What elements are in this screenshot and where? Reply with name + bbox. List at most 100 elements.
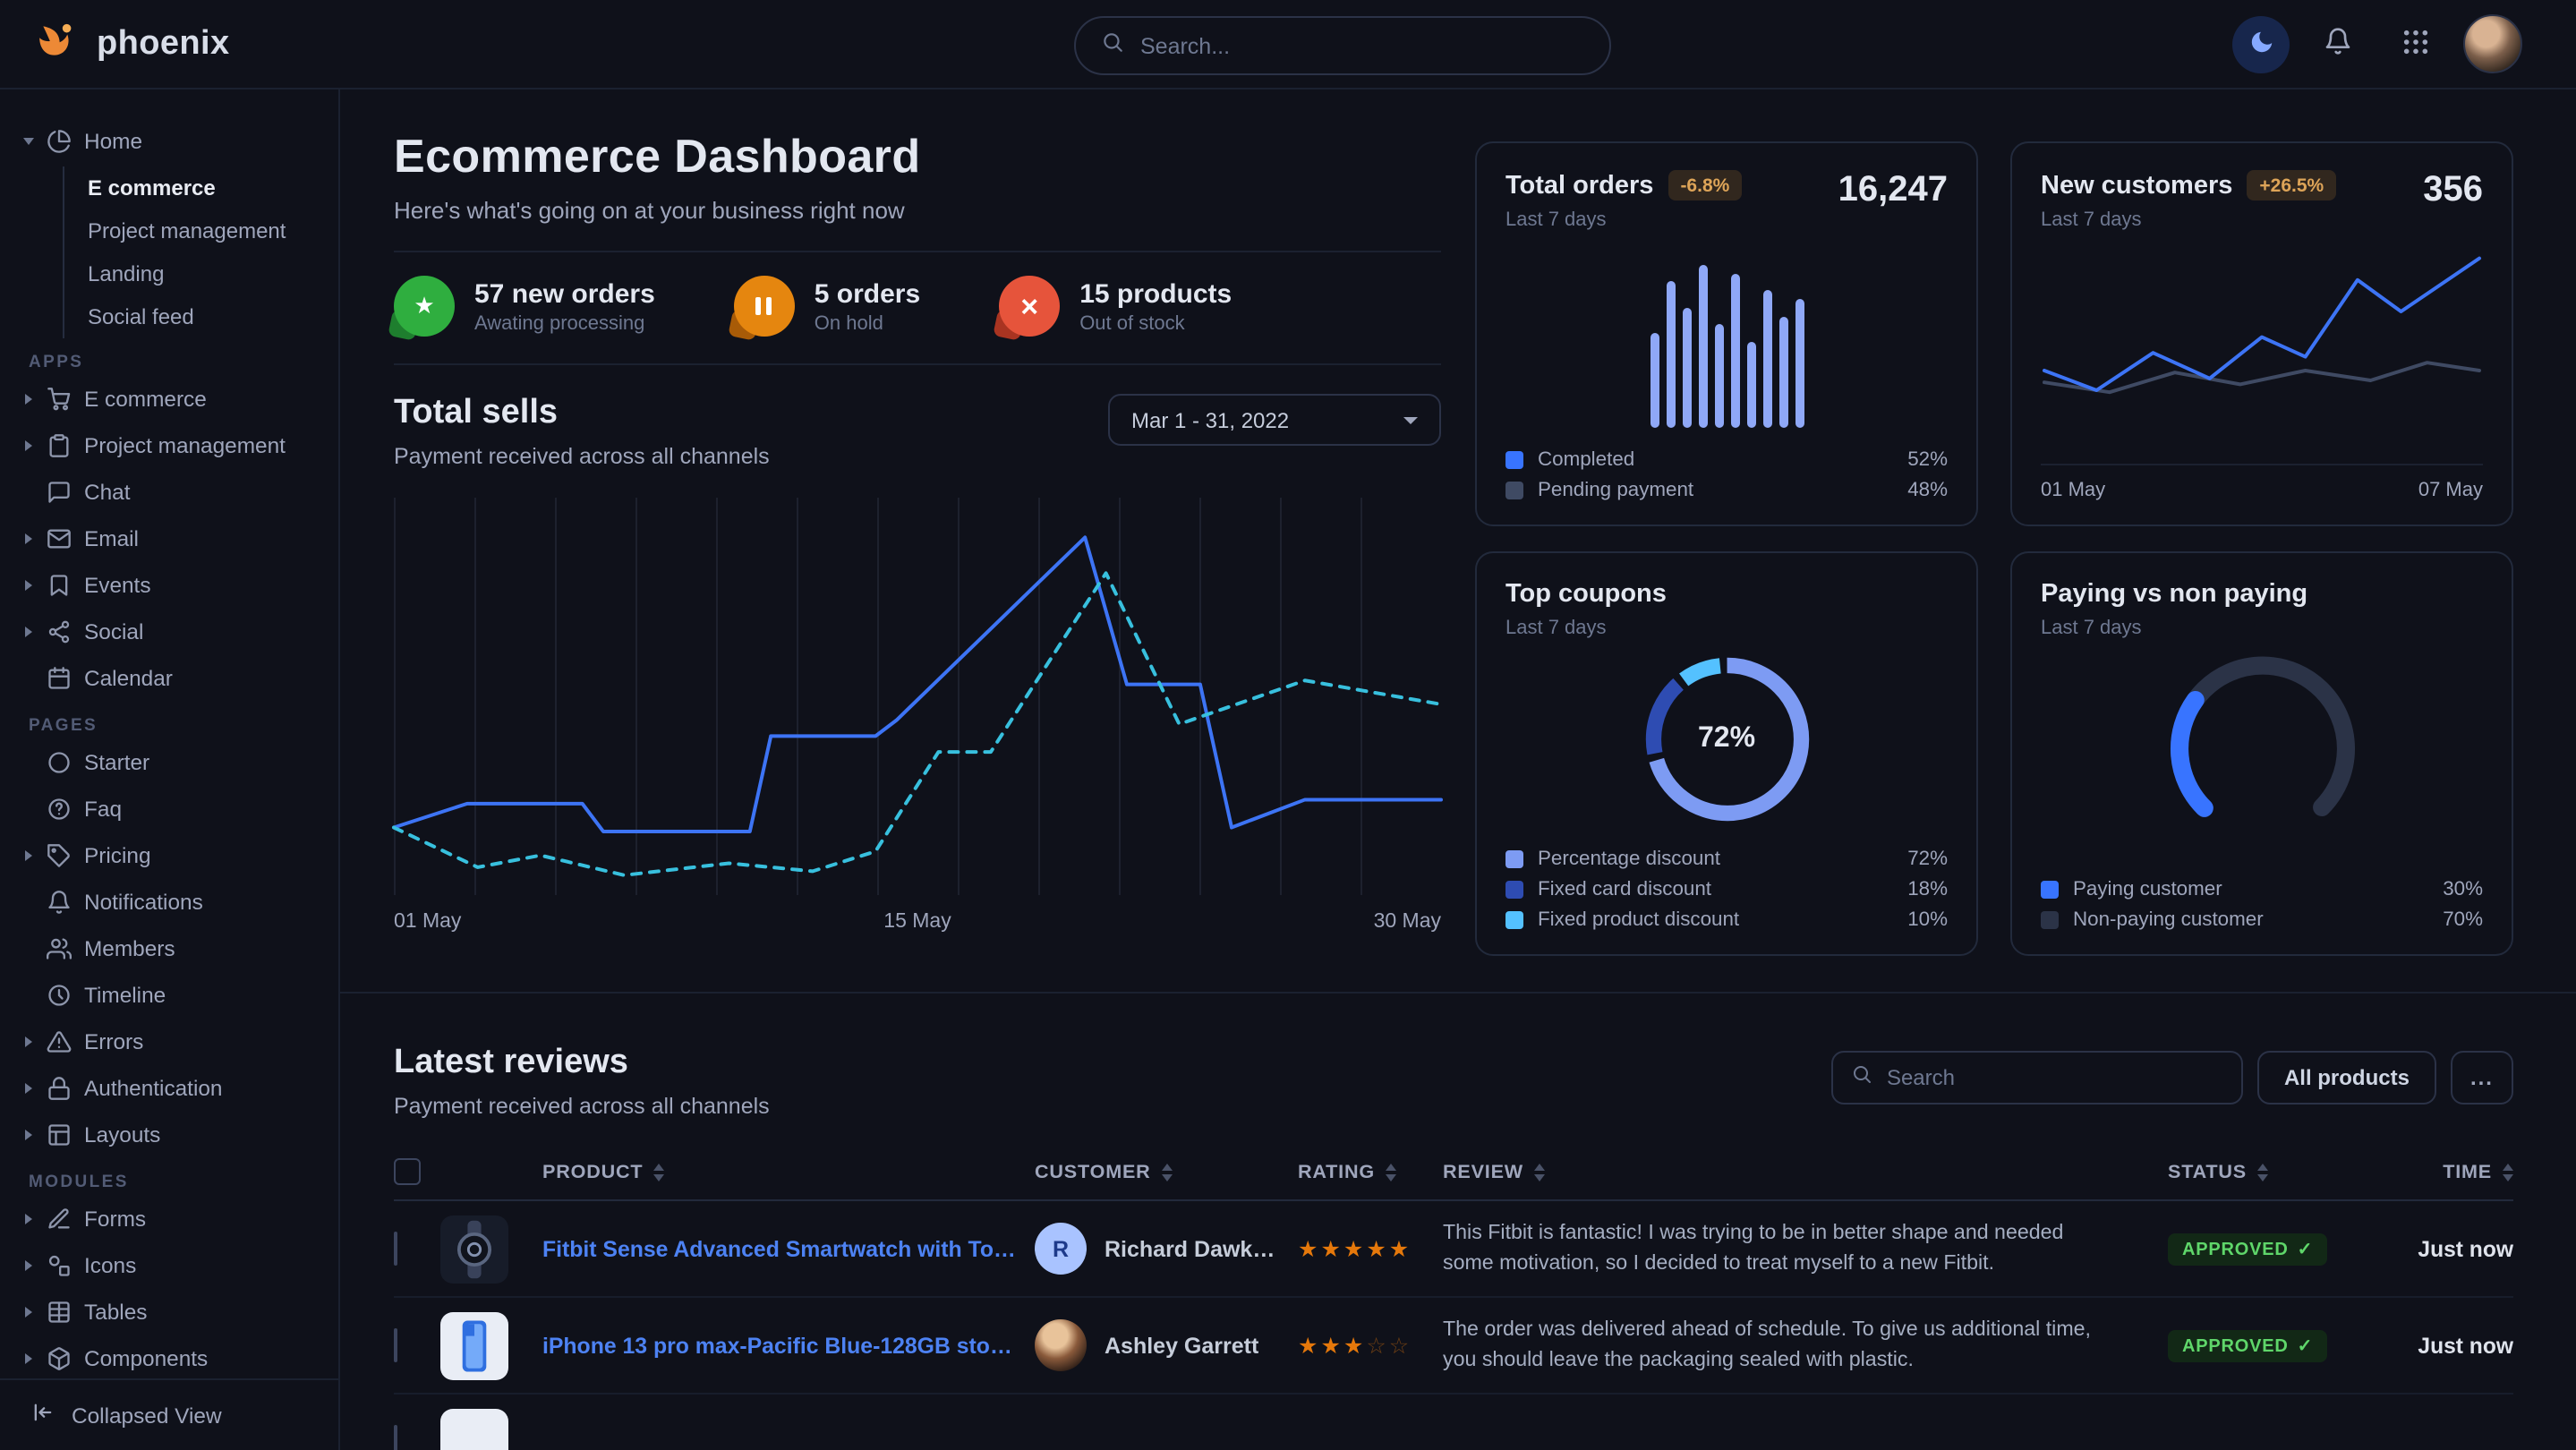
- sidebar-item-icons[interactable]: Icons: [25, 1242, 313, 1289]
- search-input[interactable]: [1140, 33, 1584, 58]
- column-header-status[interactable]: STATUS: [2168, 1161, 2341, 1182]
- sidebar-item-social-feed[interactable]: Social feed: [88, 295, 313, 338]
- change-badge: -6.8%: [1668, 170, 1742, 200]
- page-title: Ecommerce Dashboard: [394, 129, 1441, 184]
- sidebar-item-label: Authentication: [84, 1076, 223, 1101]
- sidebar-item-email[interactable]: Email: [25, 516, 313, 562]
- sidebar-item-tables[interactable]: Tables: [25, 1289, 313, 1335]
- more-options-button[interactable]: ...: [2451, 1051, 2513, 1105]
- caret-icon: [25, 1130, 32, 1140]
- brand[interactable]: phoenix: [36, 17, 230, 71]
- sidebar-item-members[interactable]: Members: [25, 925, 313, 972]
- new-customers-value: 356: [2423, 170, 2483, 211]
- sidebar-item-layouts[interactable]: Layouts: [25, 1112, 313, 1158]
- status-badge: APPROVED ✓: [2168, 1234, 2327, 1267]
- notifications-button[interactable]: [2309, 15, 2367, 72]
- bell-icon: [45, 890, 72, 915]
- sidebar-item-landing[interactable]: Landing: [88, 252, 313, 295]
- sidebar-item-notifications[interactable]: Notifications: [25, 879, 313, 925]
- new-customers-x-axis: 01 May 07 May: [2041, 464, 2483, 501]
- apps-grid-button[interactable]: [2386, 15, 2444, 72]
- sidebar-item-social[interactable]: Social: [25, 609, 313, 655]
- top-navbar: phoenix: [0, 0, 2576, 90]
- status-badge: APPROVED ✓: [2168, 1331, 2327, 1363]
- row-checkbox[interactable]: [394, 1231, 397, 1265]
- reviews-table: PRODUCT CUSTOMER RATING REVIEW STATUS TI…: [394, 1144, 2513, 1450]
- alert-icon: [45, 1029, 72, 1054]
- collapsed-view-toggle[interactable]: Collapsed View: [0, 1378, 338, 1450]
- sidebar-item-authentication[interactable]: Authentication: [25, 1065, 313, 1112]
- sidebar-item-chat[interactable]: Chat: [25, 469, 313, 516]
- review-text: The order was delivered ahead of schedul…: [1443, 1315, 2150, 1375]
- reviews-search-input[interactable]: [1887, 1065, 2223, 1090]
- caret-icon: [25, 394, 32, 405]
- total-orders-card: Total orders -6.8% Last 7 days 16,247 Co…: [1475, 141, 1978, 526]
- sidebar-item-events[interactable]: Events: [25, 562, 313, 609]
- card-period: Last 7 days: [2041, 209, 2336, 231]
- sidebar-item-pricing[interactable]: Pricing: [25, 832, 313, 879]
- user-avatar-button[interactable]: [2463, 14, 2522, 73]
- theme-toggle-button[interactable]: [2232, 15, 2290, 72]
- review-row: Fitbit Sense Advanced Smartwatch with To…: [394, 1201, 2513, 1298]
- product-link[interactable]: iPhone 13 pro max-Pacific Blue-128GB sto…: [542, 1333, 1017, 1358]
- column-header-review[interactable]: REVIEW: [1443, 1161, 2150, 1182]
- sort-icon: [1162, 1163, 1173, 1181]
- sort-icon: [2503, 1163, 2513, 1181]
- sidebar-item-e-commerce[interactable]: E commerce: [88, 166, 313, 209]
- reviews-search[interactable]: [1831, 1051, 2243, 1105]
- row-checkbox[interactable]: [394, 1424, 397, 1450]
- sidebar-item-label: Notifications: [84, 890, 203, 915]
- sidebar-item-label: Pricing: [84, 843, 151, 868]
- sidebar-item-timeline[interactable]: Timeline: [25, 972, 313, 1019]
- bar: [1762, 290, 1771, 428]
- sidebar-item-faq[interactable]: Faq: [25, 786, 313, 832]
- search-icon: [1101, 30, 1124, 62]
- stat-caption: On hold: [815, 312, 920, 334]
- navbar-search[interactable]: [1074, 16, 1611, 75]
- sidebar-item-errors[interactable]: Errors: [25, 1019, 313, 1065]
- envelope-icon: [45, 526, 72, 551]
- column-header-customer[interactable]: CUSTOMER: [1035, 1161, 1280, 1182]
- column-header-time[interactable]: TIME: [2359, 1161, 2513, 1182]
- caret-icon: [25, 1260, 32, 1271]
- legend-value: 30%: [2443, 879, 2483, 900]
- product-link[interactable]: Fitbit Sense Advanced Smartwatch with To…: [542, 1236, 1017, 1261]
- sidebar-item-home[interactable]: Home: [25, 118, 313, 165]
- sidebar-item-components[interactable]: Components: [25, 1335, 313, 1378]
- row-checkbox[interactable]: [394, 1327, 397, 1361]
- card-period: Last 7 days: [1506, 209, 1742, 231]
- product-thumbnail: [440, 1408, 508, 1450]
- star-stat-icon: ★: [394, 276, 455, 337]
- reviews-title: Latest reviews: [394, 1044, 770, 1083]
- bell-icon: [2324, 27, 2352, 61]
- sidebar-item-forms[interactable]: Forms: [25, 1196, 313, 1242]
- sidebar-item-label: Errors: [84, 1029, 143, 1054]
- share-icon: [45, 619, 72, 644]
- legend-label: Paying customer: [2073, 879, 2222, 900]
- form-icon: [45, 1207, 72, 1232]
- tag-icon: [45, 843, 72, 868]
- divider: [394, 251, 1441, 252]
- legend-label: Completed: [1538, 449, 1634, 471]
- stat-value: 5 orders: [815, 278, 920, 309]
- bar: [1714, 325, 1723, 428]
- legend-item-paying-customer: Paying customer 30%: [2041, 879, 2483, 900]
- table-header-row: PRODUCT CUSTOMER RATING REVIEW STATUS TI…: [394, 1144, 2513, 1201]
- date-range-select[interactable]: Mar 1 - 31, 2022: [1108, 394, 1441, 446]
- sort-icon: [1386, 1163, 1396, 1181]
- column-header-product[interactable]: PRODUCT: [542, 1161, 1017, 1182]
- sidebar-item-starter[interactable]: Starter: [25, 739, 313, 786]
- sidebar-item-project-management[interactable]: Project management: [25, 422, 313, 469]
- select-all-checkbox[interactable]: [394, 1158, 421, 1185]
- x-tick: 01 May: [2041, 480, 2105, 501]
- bar: [1666, 282, 1675, 428]
- caret-icon: [25, 1083, 32, 1094]
- x-stat-icon: ×: [999, 276, 1060, 337]
- column-header-rating[interactable]: RATING: [1298, 1161, 1425, 1182]
- bookmark-icon: [45, 573, 72, 598]
- sidebar-item-calendar[interactable]: Calendar: [25, 655, 313, 702]
- sidebar-item-project-management[interactable]: Project management: [88, 209, 313, 252]
- clock-icon: [45, 983, 72, 1008]
- all-products-button[interactable]: All products: [2257, 1051, 2436, 1105]
- sidebar-item-e-commerce[interactable]: E commerce: [25, 376, 313, 422]
